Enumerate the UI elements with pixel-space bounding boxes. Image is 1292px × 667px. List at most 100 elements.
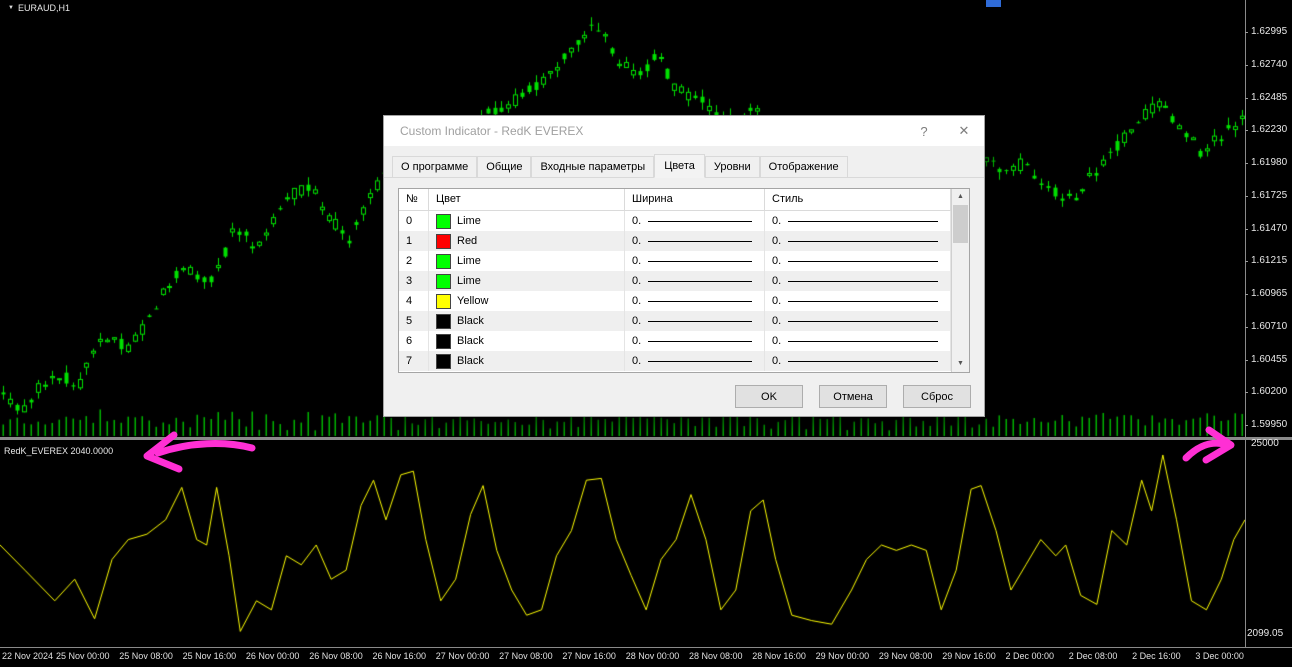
color-table-row[interactable]: 0 Lime 0. 0. xyxy=(399,211,951,231)
width-cell[interactable]: 0. xyxy=(625,211,765,231)
time-axis-label: 26 Nov 16:00 xyxy=(372,651,427,661)
style-cell[interactable]: 0. xyxy=(765,311,951,331)
tab-inputs[interactable]: Входные параметры xyxy=(531,156,655,177)
price-axis-tick xyxy=(1245,64,1248,66)
cancel-button[interactable]: Отмена xyxy=(819,385,887,408)
style-label: 0. xyxy=(772,295,782,307)
time-axis-label: 2 Dec 08:00 xyxy=(1068,651,1118,661)
color-cell[interactable]: Black xyxy=(429,311,625,331)
column-header: № xyxy=(399,189,429,210)
price-axis-label: 1.60200 xyxy=(1251,386,1288,398)
style-label: 0. xyxy=(772,315,782,327)
time-axis-label: 28 Nov 00:00 xyxy=(625,651,680,661)
style-label: 0. xyxy=(772,255,782,267)
color-swatch xyxy=(436,353,451,369)
row-index: 5 xyxy=(399,311,429,331)
style-label: 0. xyxy=(772,355,782,367)
width-line-sample xyxy=(648,360,752,362)
color-table-row[interactable]: 5 Black 0. 0. xyxy=(399,311,951,331)
width-cell[interactable]: 0. xyxy=(625,251,765,271)
panel-splitter[interactable] xyxy=(0,437,1292,440)
tab-common[interactable]: Общие xyxy=(477,156,532,177)
column-header: Цвет xyxy=(429,189,625,210)
price-axis-label: 1.59950 xyxy=(1251,419,1288,430)
price-axis-label: 1.60965 xyxy=(1251,288,1288,299)
tab-colors[interactable]: Цвета xyxy=(654,154,705,178)
width-cell[interactable]: 0. xyxy=(625,351,765,371)
color-table-row[interactable]: 1 Red 0. 0. xyxy=(399,231,951,251)
width-cell[interactable]: 0. xyxy=(625,271,765,291)
tab-about[interactable]: О программе xyxy=(392,156,478,177)
color-name: Yellow xyxy=(457,295,489,307)
custom-indicator-dialog: Custom Indicator - RedK EVEREX ? ✕ О про… xyxy=(383,115,985,417)
tab-display[interactable]: Отображение xyxy=(759,156,848,177)
scroll-down-icon[interactable]: ▼ xyxy=(952,356,969,372)
style-label: 0. xyxy=(772,335,782,347)
ok-button[interactable]: OK xyxy=(735,385,803,408)
color-table-row[interactable]: 3 Lime 0. 0. xyxy=(399,271,951,291)
tab-levels[interactable]: Уровни xyxy=(704,156,760,177)
color-name: Lime xyxy=(457,215,481,227)
symbol-text: EURAUD,H1 xyxy=(17,3,70,13)
blue-marker xyxy=(986,0,1001,7)
color-table-row[interactable]: 2 Lime 0. 0. xyxy=(399,251,951,271)
indicator-chart-canvas[interactable] xyxy=(0,443,1245,647)
color-cell[interactable]: Red xyxy=(429,231,625,251)
color-cell[interactable]: Lime xyxy=(429,251,625,271)
color-cell[interactable]: Lime xyxy=(429,211,625,231)
price-axis-tick xyxy=(1245,359,1248,361)
price-axis-tick xyxy=(1245,425,1248,426)
width-cell[interactable]: 0. xyxy=(625,291,765,311)
style-cell[interactable]: 0. xyxy=(765,211,951,231)
table-scrollbar[interactable]: ▲ ▼ xyxy=(951,189,969,372)
style-cell[interactable]: 0. xyxy=(765,231,951,251)
width-cell[interactable]: 0. xyxy=(625,231,765,251)
style-line-sample xyxy=(788,240,938,242)
width-line-sample xyxy=(648,280,752,282)
style-cell[interactable]: 0. xyxy=(765,331,951,351)
width-label: 0. xyxy=(632,215,642,227)
color-cell[interactable]: Black xyxy=(429,331,625,351)
color-swatch xyxy=(436,273,451,289)
color-name: Black xyxy=(457,315,484,327)
style-label: 0. xyxy=(772,215,782,227)
width-cell[interactable]: 0. xyxy=(625,311,765,331)
style-cell[interactable]: 0. xyxy=(765,291,951,311)
style-cell[interactable]: 0. xyxy=(765,351,951,371)
help-button[interactable]: ? xyxy=(904,124,944,139)
color-cell[interactable]: Black xyxy=(429,351,625,371)
style-cell[interactable]: 0. xyxy=(765,251,951,271)
scrollbar-thumb[interactable] xyxy=(953,205,968,243)
width-cell[interactable]: 0. xyxy=(625,331,765,351)
color-name: Red xyxy=(457,235,478,247)
price-axis-label: 1.62230 xyxy=(1251,124,1288,136)
price-axis-tick xyxy=(1245,130,1248,132)
width-label: 0. xyxy=(632,295,642,307)
color-table-header: № Цвет Ширина Стиль xyxy=(399,189,951,211)
dialog-titlebar[interactable]: Custom Indicator - RedK EVEREX ? ✕ xyxy=(384,116,984,146)
price-axis-label: 1.62485 xyxy=(1251,91,1288,103)
price-axis[interactable]: 1.62995 1.62740 1.62485 1.62230 1.61980 1.617… xyxy=(1245,0,1292,647)
width-label: 0. xyxy=(632,355,642,367)
scroll-up-icon[interactable]: ▲ xyxy=(952,189,969,205)
width-line-sample xyxy=(648,220,752,222)
symbol-label: ▼ EURAUD,H1 xyxy=(8,3,70,13)
time-axis-label: 25 Nov 08:00 xyxy=(119,651,173,661)
color-cell[interactable]: Yellow xyxy=(429,291,625,311)
color-table-row[interactable]: 6 Black 0. 0. xyxy=(399,331,951,351)
color-cell[interactable]: Lime xyxy=(429,271,625,291)
metatrader-window: ▼ EURAUD,H1 1.62995 1.62740 1.62485 1.62230… xyxy=(0,0,1292,667)
color-swatch xyxy=(436,333,451,349)
color-name: Lime xyxy=(457,275,481,287)
reset-button[interactable]: Сброс xyxy=(903,385,971,408)
color-table-row[interactable]: 4 Yellow 0. 0. xyxy=(399,291,951,311)
close-button[interactable]: ✕ xyxy=(944,123,984,139)
time-axis[interactable]: 22 Nov 2024 25 Nov 00:00 25 Nov 08:00 25 No… xyxy=(0,648,1292,667)
width-label: 0. xyxy=(632,335,642,347)
color-table: № Цвет Ширина Стиль 0 Lime 0. 0. 1 Red 0. 0. 2 Lime 0.… xyxy=(398,188,970,373)
style-cell[interactable]: 0. xyxy=(765,271,951,291)
indicator-scale-top: 25000 xyxy=(1251,438,1279,449)
time-axis-label: 3 Dec 00:00 xyxy=(1195,651,1244,661)
width-line-sample xyxy=(648,340,752,342)
color-table-row[interactable]: 7 Black 0. 0. xyxy=(399,351,951,371)
